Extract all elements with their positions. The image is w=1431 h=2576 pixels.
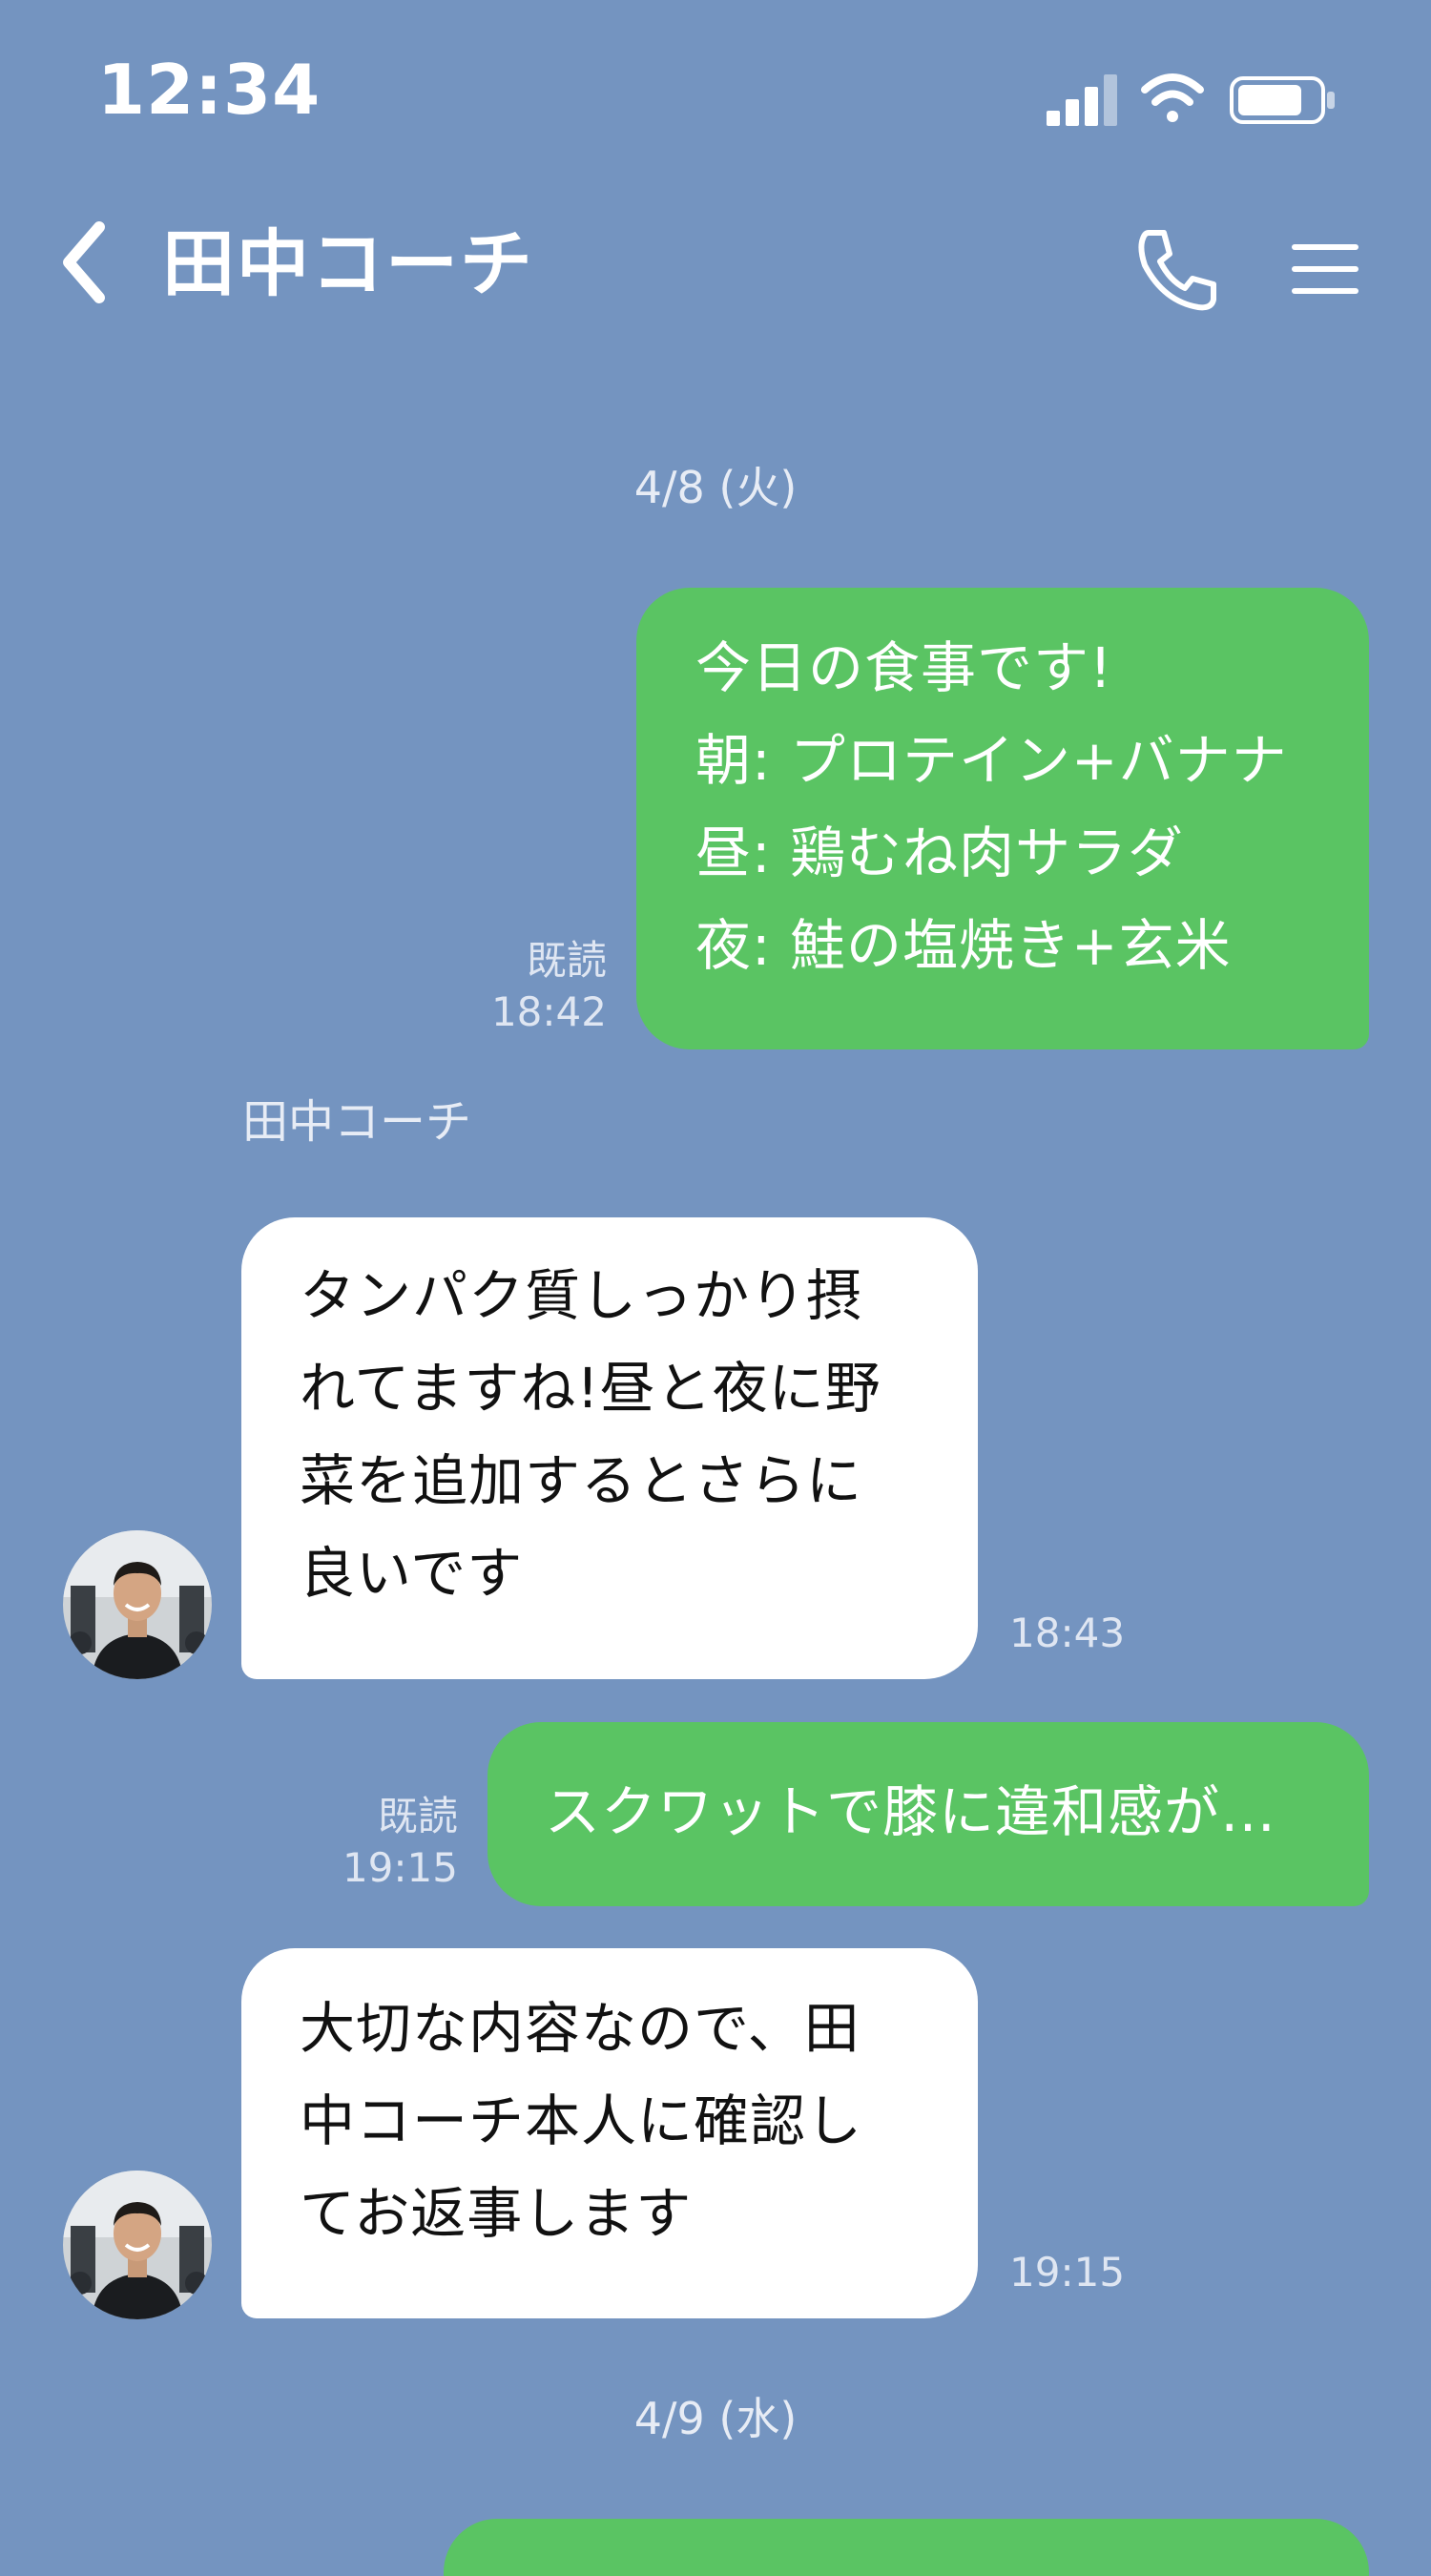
message-time: 19:15	[1009, 2249, 1126, 2296]
date-separator: 4/9 (水)	[633, 2393, 798, 2444]
sent-message-bubble-partial[interactable]	[444, 2519, 1369, 2576]
read-receipt: 既読	[526, 937, 607, 984]
coach-photo	[63, 2171, 212, 2319]
received-message-bubble[interactable]: タンパク質しっかり摂 れてますね!昼と夜に野 菜を追加するとさらに 良いです	[241, 1217, 978, 1679]
chat-title: 田中コーチ	[162, 221, 534, 306]
sent-message-bubble[interactable]: 今日の食事です! 朝: プロテイン+バナナ 昼: 鶏むね肉サラダ 夜: 鮭の塩焼…	[636, 588, 1369, 1049]
avatar[interactable]	[63, 2171, 212, 2319]
signal-icon	[1047, 74, 1117, 126]
sender-name: 田中コーチ	[242, 1095, 472, 1149]
date-separator: 4/8 (火)	[633, 462, 798, 513]
message-time: 18:42	[490, 988, 607, 1035]
status-time: 12:34	[97, 50, 321, 130]
sent-message-bubble[interactable]: スクワットで膝に違和感が…	[487, 1722, 1369, 1906]
phone-icon[interactable]	[1135, 227, 1219, 313]
received-message-bubble[interactable]: 大切な内容なので、田 中コーチ本人に確認し てお返事します	[241, 1948, 978, 2318]
coach-photo	[63, 1530, 212, 1679]
message-time: 18:43	[1009, 1610, 1126, 1656]
wifi-icon	[1141, 73, 1204, 122]
avatar[interactable]	[63, 1530, 212, 1679]
menu-icon[interactable]	[1292, 240, 1358, 298]
back-icon[interactable]	[57, 219, 114, 305]
battery-icon	[1230, 76, 1335, 124]
message-time: 19:15	[342, 1844, 458, 1891]
read-receipt: 既読	[377, 1793, 458, 1839]
